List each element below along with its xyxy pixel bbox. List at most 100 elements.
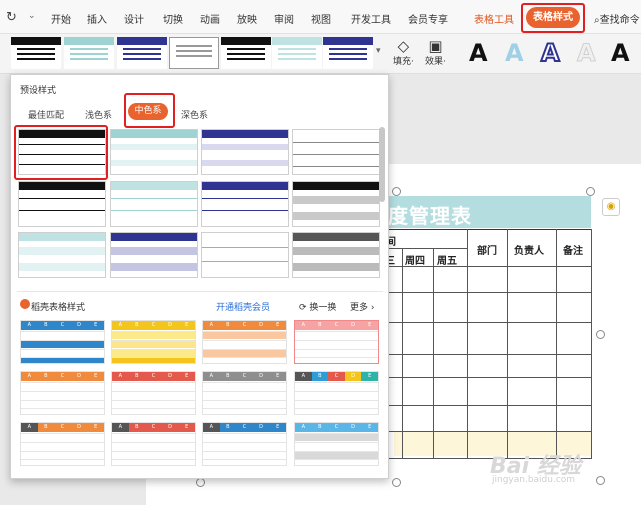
- fill-button[interactable]: ◇ 填充·: [393, 38, 414, 67]
- tab-review[interactable]: 审阅: [274, 11, 294, 26]
- tab-developer-tools[interactable]: 开发工具: [351, 11, 391, 26]
- search-command-label: 查找命令: [599, 15, 640, 26]
- search-command[interactable]: ⌕查找命令: [594, 11, 640, 26]
- tab-animation[interactable]: 动画: [200, 11, 220, 26]
- ribbon: ▾ ◇ 填充· ▣ 效果· A A A A A: [0, 34, 641, 74]
- grid-line: [467, 229, 468, 459]
- docer-style-orange-dark[interactable]: ABCDE: [20, 422, 105, 466]
- preset-style-navy-bands[interactable]: [110, 232, 198, 278]
- docer-style-pink[interactable]: ABCDE: [294, 320, 379, 364]
- preset-style-black-grid[interactable]: [18, 181, 106, 227]
- ribbon-styles-more-icon[interactable]: ▾: [376, 46, 381, 56]
- subtab-light[interactable]: 浅色系: [85, 108, 112, 121]
- ribbon-style-thumb-2[interactable]: [64, 37, 114, 69]
- ribbon-style-thumb-6[interactable]: [272, 37, 322, 69]
- effect-button[interactable]: ▣ 效果·: [425, 38, 446, 67]
- docer-logo-icon: [20, 299, 30, 309]
- preset-style-plain[interactable]: [292, 129, 380, 175]
- docer-styles-label: 稻壳表格样式: [31, 303, 86, 313]
- preset-style-light-teal[interactable]: [18, 232, 106, 278]
- docer-style-red[interactable]: ABCDE: [111, 371, 196, 415]
- text-style-a-2[interactable]: A: [505, 38, 524, 68]
- resize-handle[interactable]: [596, 330, 605, 339]
- preset-style-navy-grid[interactable]: [201, 181, 289, 227]
- effect-label: 效果·: [425, 57, 446, 67]
- text-style-a-1[interactable]: A: [469, 38, 488, 68]
- grid-line: [591, 229, 592, 459]
- ribbon-style-thumb-7[interactable]: [323, 37, 373, 69]
- ribbon-style-thumb-1[interactable]: [11, 37, 61, 69]
- preset-style-gray-grid[interactable]: [292, 181, 380, 227]
- text-style-a-4[interactable]: A: [577, 38, 597, 68]
- subtab-dark[interactable]: 深色系: [181, 108, 208, 121]
- ribbon-style-thumb-3[interactable]: [117, 37, 167, 69]
- more-button[interactable]: 更多 ›: [350, 300, 374, 313]
- docer-style-orange-plain[interactable]: ABCDE: [20, 371, 105, 415]
- table-header-owner: 负责人: [514, 246, 544, 257]
- tab-slideshow[interactable]: 放映: [237, 11, 257, 26]
- docer-style-blue-dark[interactable]: ABCDE: [202, 422, 287, 466]
- text-style-a-3[interactable]: A: [540, 38, 561, 68]
- tab-start[interactable]: 开始: [51, 11, 71, 26]
- quick-access-dropdown-icon[interactable]: ⌄: [28, 11, 36, 21]
- preset-style-teal[interactable]: [110, 129, 198, 175]
- grid-line: [556, 229, 557, 459]
- ribbon-style-thumb-4[interactable]: [169, 37, 219, 69]
- docer-style-blue[interactable]: ABCDE: [20, 320, 105, 364]
- grid-line: [378, 377, 592, 378]
- table-header-dept: 部门: [477, 246, 497, 257]
- grid-line: [378, 405, 592, 406]
- resize-handle[interactable]: [392, 187, 401, 196]
- docer-style-sky[interactable]: ABCDE: [294, 422, 379, 466]
- swap-label: 换一换: [309, 303, 337, 313]
- refresh-icon: ⟳: [299, 303, 310, 313]
- docer-style-gray[interactable]: ABCDE: [202, 371, 287, 415]
- table-header-fri: 周五: [437, 256, 457, 267]
- panel-divider: [17, 291, 383, 292]
- table-style-dropdown: 预设样式 最佳匹配 浅色系 中色系 深色系 稻壳表格样式 开通稻壳会员 ⟳ 换一…: [10, 74, 389, 479]
- preset-styles-heading: 预设样式: [20, 86, 57, 96]
- tab-view[interactable]: 视图: [311, 11, 331, 26]
- grid-line: [378, 322, 592, 323]
- preset-style-teal-grid[interactable]: [110, 181, 198, 227]
- fill-label: 填充·: [393, 57, 414, 67]
- preset-style-dark-gray[interactable]: [292, 232, 380, 278]
- grid-line: [507, 229, 508, 459]
- swap-button[interactable]: ⟳ 换一换: [299, 300, 336, 313]
- watermark-url: jingyan.baidu.com: [492, 475, 576, 485]
- effect-icon: ▣: [428, 37, 443, 55]
- grid-line: [378, 248, 467, 249]
- resize-handle[interactable]: [586, 187, 595, 196]
- resize-handle[interactable]: [196, 478, 205, 487]
- menu-bar: ↻ ⌄ 开始 插入 设计 切换 动画 放映 审阅 视图 开发工具 会员专享 表格…: [0, 0, 641, 34]
- docer-style-red-dark[interactable]: ABCDE: [111, 422, 196, 466]
- open-vip-link[interactable]: 开通稻壳会员: [216, 300, 270, 313]
- chevron-right-icon: ›: [368, 303, 375, 313]
- table-header-thu: 周四: [405, 256, 425, 267]
- table-header-remark: 备注: [563, 246, 583, 257]
- grid-line: [378, 354, 592, 355]
- docer-style-orange[interactable]: ABCDE: [202, 320, 287, 364]
- tab-member[interactable]: 会员专享: [408, 11, 448, 26]
- tab-design[interactable]: 设计: [124, 11, 144, 26]
- tab-insert[interactable]: 插入: [87, 11, 107, 26]
- ribbon-style-thumb-5[interactable]: [221, 37, 271, 69]
- highlight-box-table-style: [521, 3, 585, 33]
- subtab-best-match[interactable]: 最佳匹配: [28, 108, 64, 121]
- tab-table-tools[interactable]: 表格工具: [474, 11, 514, 26]
- highlight-box-selected-preset: [14, 125, 108, 180]
- preset-style-navy[interactable]: [201, 129, 289, 175]
- docer-style-multicolor[interactable]: ABCDE: [294, 371, 379, 415]
- preset-style-minimal[interactable]: [201, 232, 289, 278]
- text-style-a-5[interactable]: A: [611, 38, 630, 68]
- docer-style-yellow[interactable]: ABCDE: [111, 320, 196, 364]
- redo-icon[interactable]: ↻: [6, 10, 17, 25]
- fill-icon: ◇: [397, 37, 410, 55]
- resize-handle[interactable]: [392, 478, 401, 487]
- tab-transition[interactable]: 切换: [163, 11, 183, 26]
- resize-handle[interactable]: [596, 476, 605, 485]
- more-label: 更多: [350, 303, 369, 313]
- highlight-box-medium: [124, 93, 175, 128]
- side-tool-icon[interactable]: ◉: [602, 198, 620, 216]
- preset-scrollbar[interactable]: [379, 127, 385, 202]
